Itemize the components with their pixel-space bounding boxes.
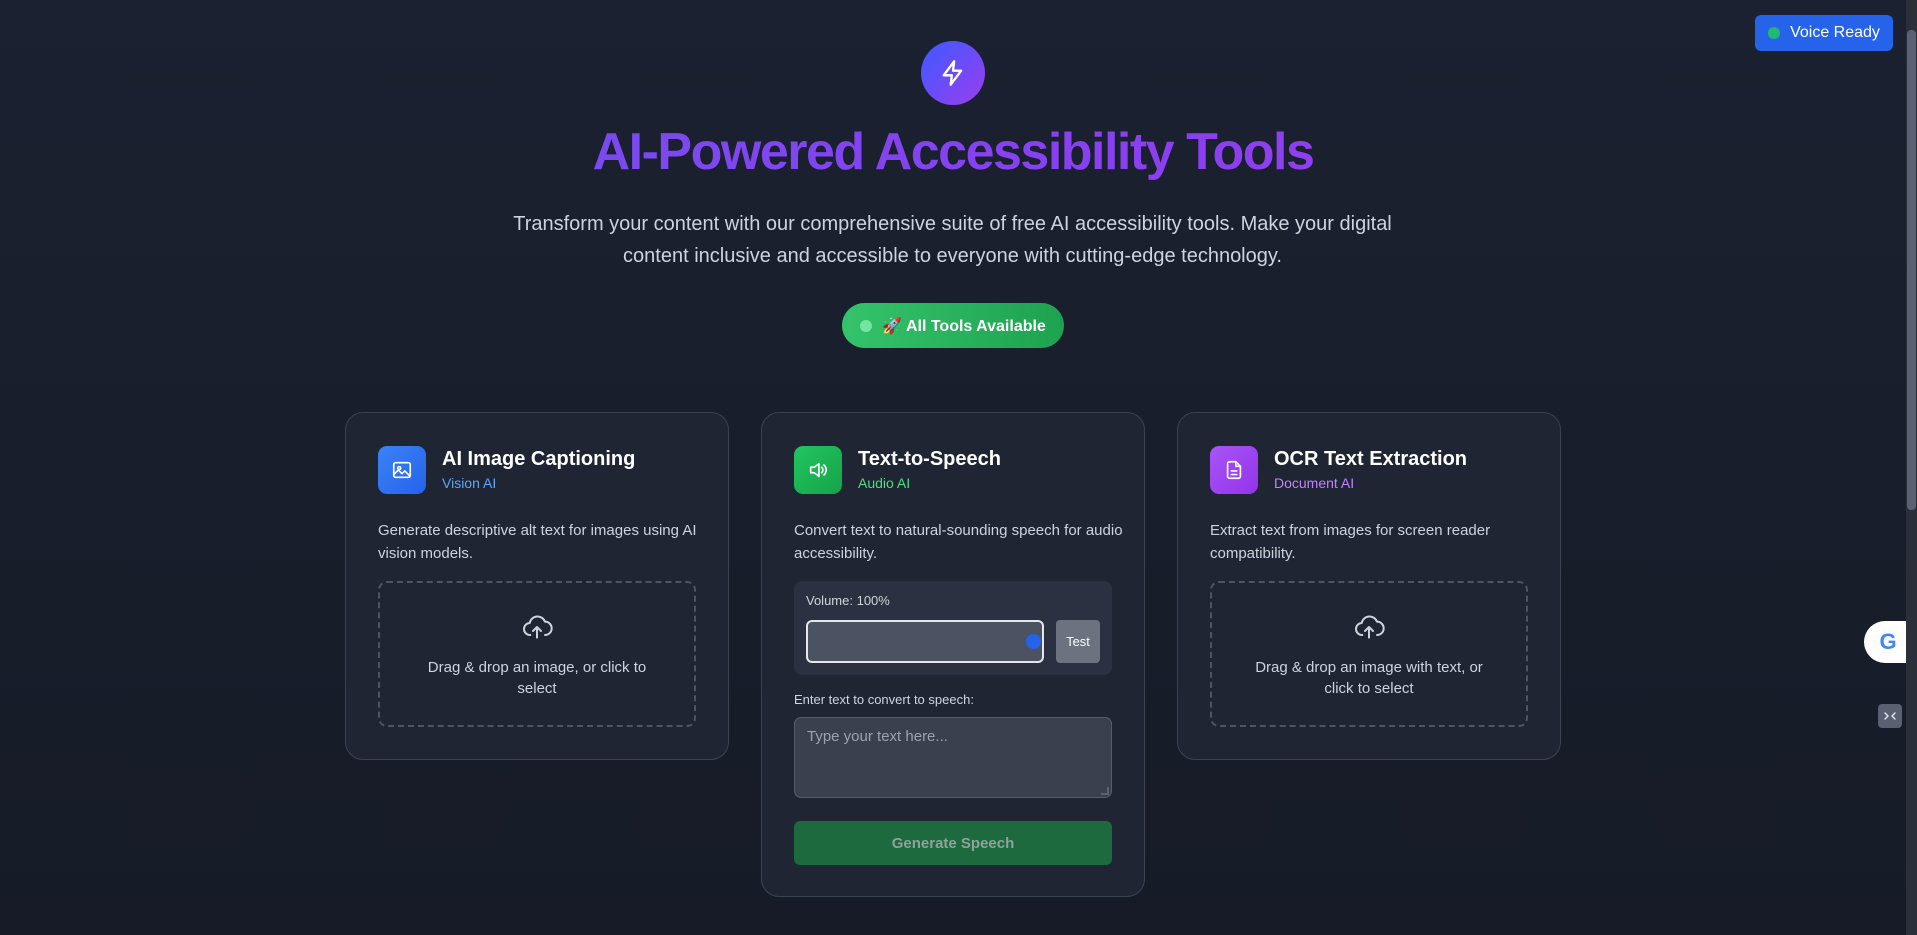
card-header: AI Image Captioning Vision AI: [378, 446, 635, 494]
page-subtitle: Transform your content with our comprehe…: [513, 213, 1392, 267]
card-title: AI Image Captioning: [442, 448, 636, 470]
card-tag: Document AI: [1274, 475, 1355, 491]
status-dot: [860, 319, 873, 332]
document-icon: [1210, 446, 1258, 494]
text-input-label: Enter text to convert to speech:: [794, 692, 974, 707]
input-placeholder: Type your text here...: [807, 728, 948, 745]
extension-widget-icon[interactable]: [1878, 704, 1902, 728]
card-description: Convert text to natural-sounding speech …: [794, 522, 1123, 562]
card-description: Extract text from images for screen read…: [1210, 522, 1491, 562]
lightning-icon: [921, 41, 985, 105]
resize-handle[interactable]: [1101, 787, 1109, 795]
card-title: Text-to-Speech: [858, 448, 1001, 470]
speech-text-input[interactable]: Type your text here...: [794, 717, 1112, 798]
card-header: Text-to-Speech Audio AI: [794, 446, 1001, 494]
ocr-card: OCR Text Extraction Document AI Extract …: [1177, 412, 1561, 760]
slider-thumb[interactable]: [1026, 634, 1041, 649]
dropzone-text: Drag & drop an image with text, or click…: [1255, 659, 1483, 697]
text-to-speech-card: Text-to-Speech Audio AI Convert text to …: [761, 412, 1145, 897]
volume-label: Volume: 100%: [806, 593, 890, 608]
speaker-icon: [794, 446, 842, 494]
voice-ready-label: Voice Ready: [1790, 24, 1880, 41]
image-captioning-card: AI Image Captioning Vision AI Generate d…: [345, 412, 729, 760]
status-dot: [1768, 27, 1781, 39]
volume-panel: Volume: 100% Test: [794, 581, 1112, 675]
volume-slider[interactable]: [806, 620, 1044, 663]
upload-cloud-icon: [523, 615, 553, 639]
card-header: OCR Text Extraction Document AI: [1210, 446, 1467, 494]
image-icon: [378, 446, 426, 494]
page: Voice Ready AI-Powered Accessibility Too…: [0, 0, 1917, 935]
test-button[interactable]: Test: [1056, 620, 1100, 663]
ocr-dropzone[interactable]: Drag & drop an image with text, or click…: [1210, 581, 1528, 727]
vertical-scrollbar[interactable]: [1906, 0, 1917, 935]
upload-cloud-icon: [1355, 615, 1385, 639]
dropzone-text: Drag & drop an image, or click to select: [427, 659, 647, 697]
google-translate-widget[interactable]: G: [1864, 621, 1912, 663]
card-description: Generate descriptive alt text for images…: [378, 522, 697, 562]
all-tools-status-pill: 🚀 All Tools Available: [842, 303, 1064, 348]
voice-ready-badge[interactable]: Voice Ready: [1755, 15, 1893, 51]
google-icon: G: [1879, 629, 1897, 654]
status-pill-label: 🚀 All Tools Available: [882, 317, 1046, 335]
scrollbar-thumb[interactable]: [1907, 30, 1916, 510]
image-dropzone[interactable]: Drag & drop an image, or click to select: [378, 581, 696, 727]
card-tag: Audio AI: [858, 475, 911, 491]
card-tag: Vision AI: [442, 475, 497, 491]
generate-speech-button[interactable]: Generate Speech: [794, 821, 1112, 865]
card-title: OCR Text Extraction: [1274, 448, 1467, 470]
page-title: AI-Powered Accessibility Tools: [0, 122, 1906, 182]
